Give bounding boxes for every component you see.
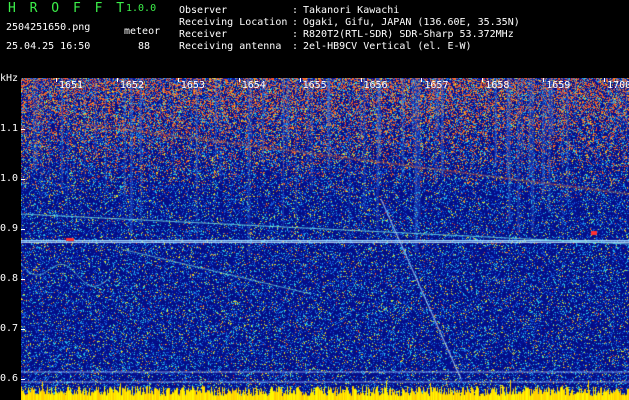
- x-tick-label: 1657: [424, 80, 449, 91]
- observer-value: Takanori Kawachi: [303, 5, 400, 16]
- spectrogram-canvas: [21, 78, 629, 400]
- spectrogram-plot: [21, 78, 629, 400]
- app-version: 1.0.0: [126, 3, 157, 14]
- observer-colon: :: [292, 5, 299, 16]
- x-tick-label: 1658: [485, 80, 510, 91]
- x-tick: [482, 78, 484, 82]
- x-tick: [177, 78, 179, 82]
- y-axis-unit: kHz: [0, 73, 19, 84]
- header-panel: H R O F F T 1.0.0 2504251650.png 25.04.2…: [0, 0, 629, 74]
- location-label: Receiving Location: [179, 17, 288, 28]
- location-colon: :: [292, 17, 299, 28]
- antenna-colon: :: [292, 41, 299, 52]
- app-title: H R O F F T: [8, 1, 128, 16]
- receiver-label: Receiver: [179, 29, 228, 40]
- x-tick: [360, 78, 362, 82]
- x-tick-label: 1700: [607, 80, 629, 91]
- x-tick: [421, 78, 423, 82]
- y-tick: [21, 379, 25, 380]
- x-tick: [56, 78, 57, 82]
- y-tick-label: 0.6: [0, 373, 19, 384]
- y-tick-label: 0.9: [0, 223, 19, 234]
- antenna-label: Receiving antenna: [179, 41, 282, 52]
- detection-count: 88: [138, 41, 151, 52]
- x-tick: [543, 78, 545, 82]
- receiver-colon: :: [292, 29, 299, 40]
- x-tick-label: 1653: [180, 80, 205, 91]
- x-tick-label: 1654: [241, 80, 266, 91]
- location-value: Ogaki, Gifu, JAPAN (136.60E, 35.35N): [303, 17, 520, 28]
- x-tick-label: 1659: [546, 80, 571, 91]
- x-tick-label: 1656: [363, 80, 388, 91]
- timestamp: 25.04.25 16:50: [6, 41, 91, 52]
- x-tick-label: 1651: [59, 80, 84, 91]
- antenna-value: 2el-HB9CV Vertical (el. E-W): [303, 41, 472, 52]
- y-tick-label: 1.0: [0, 173, 19, 184]
- x-tick: [116, 78, 118, 82]
- y-tick-label: 1.1: [0, 123, 19, 134]
- y-tick: [21, 129, 25, 130]
- observer-label: Observer: [179, 5, 228, 16]
- file-name: 2504251650.png: [6, 22, 91, 33]
- detection-mode: meteor: [124, 26, 161, 37]
- x-tick-label: 1655: [302, 80, 327, 91]
- y-tick: [21, 229, 25, 230]
- y-tick: [21, 329, 25, 330]
- x-tick: [604, 78, 606, 82]
- x-tick: [238, 78, 240, 82]
- y-tick-label: 0.7: [0, 323, 19, 334]
- x-tick: [299, 78, 301, 82]
- x-tick-label: 1652: [119, 80, 144, 91]
- y-tick: [21, 179, 25, 180]
- y-tick-label: 0.8: [0, 273, 19, 284]
- receiver-value: R820T2(RTL-SDR) SDR-Sharp 53.372MHz: [303, 29, 514, 40]
- y-tick: [21, 279, 25, 280]
